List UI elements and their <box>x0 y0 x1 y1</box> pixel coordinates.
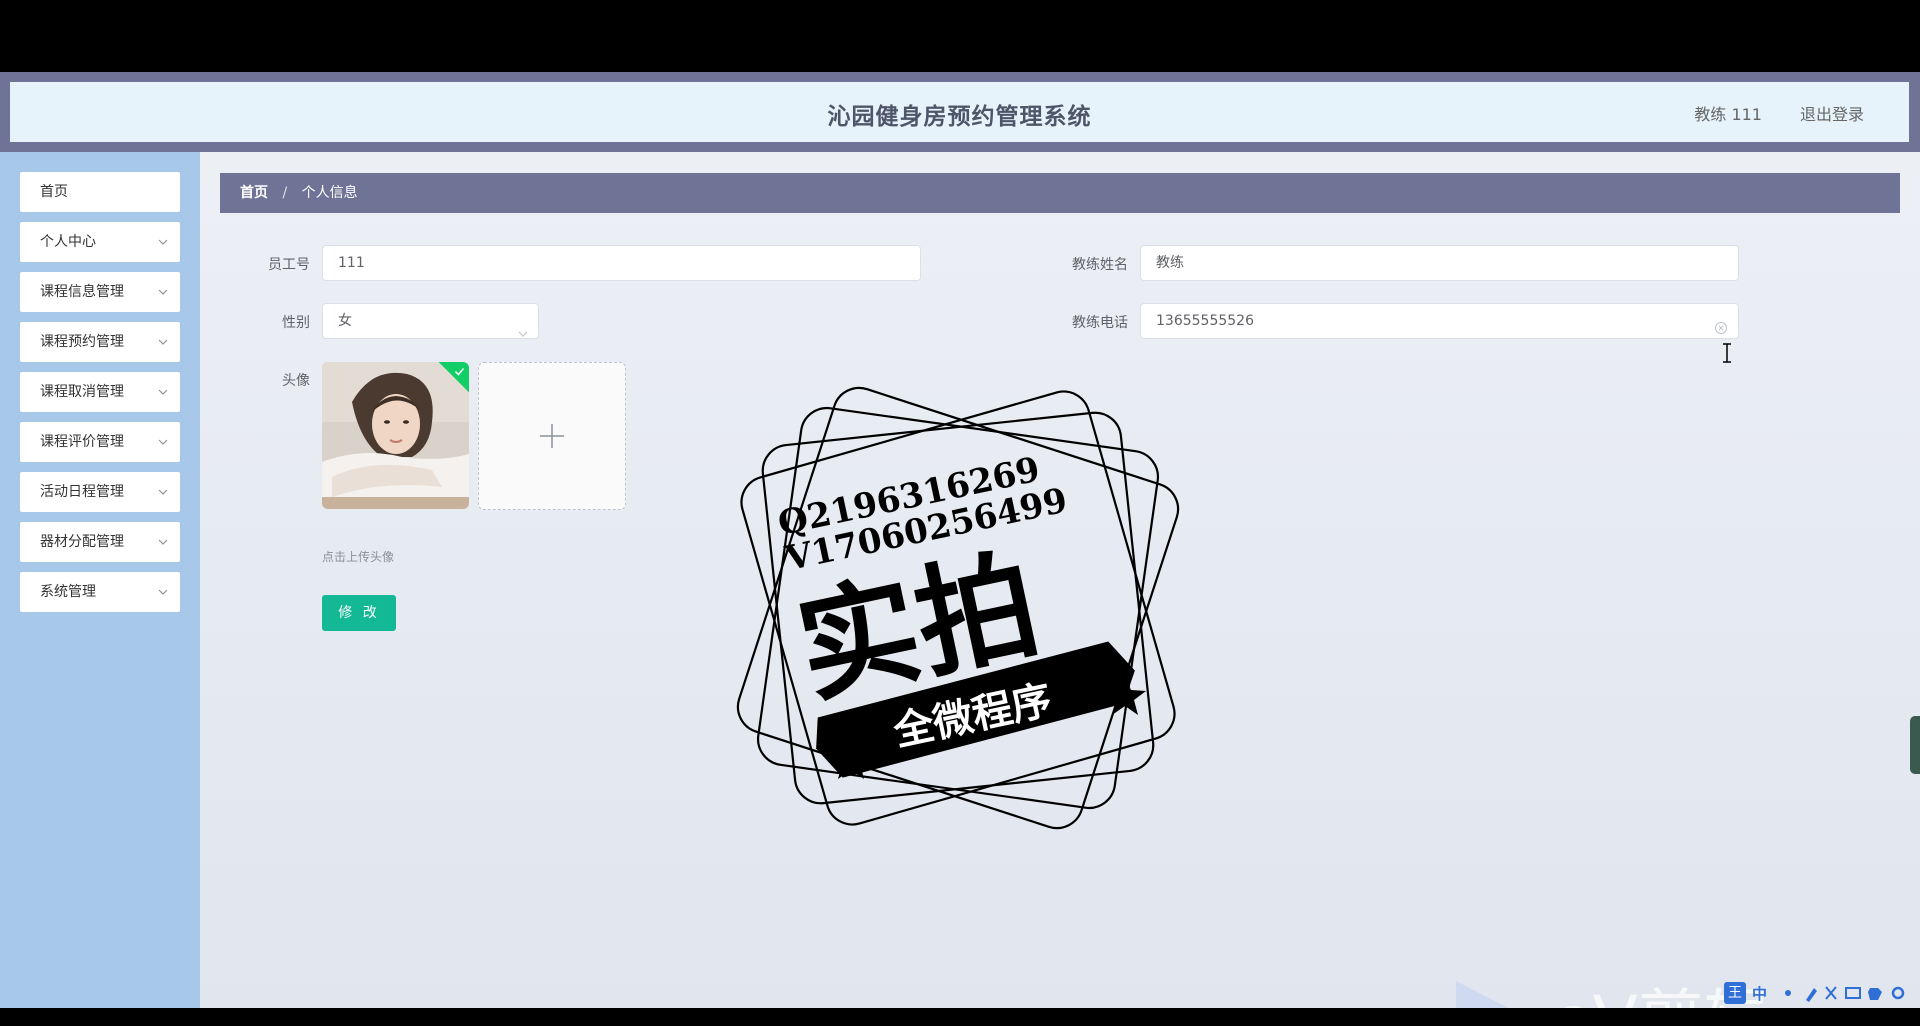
chevron-down-icon <box>158 322 168 362</box>
chevron-down-icon <box>158 272 168 312</box>
breadcrumb-current: 个人信息 <box>301 185 358 201</box>
sidebar-item-label: 器材分配管理 <box>40 534 124 550</box>
check-icon <box>454 368 465 376</box>
play-logo-icon <box>1456 981 1509 1008</box>
sidebar-item-course-info[interactable]: 课程信息管理 <box>20 272 180 312</box>
top-header: 沁园健身房预约管理系统 教练 111 退出登录 <box>10 82 1909 142</box>
gender-label: 性别 <box>282 315 310 331</box>
employee-id-field[interactable]: 111 <box>322 245 921 281</box>
ime-tool-icons[interactable] <box>1782 982 1912 1004</box>
app-title: 沁园健身房预约管理系统 <box>827 104 1092 130</box>
avatar-label: 头像 <box>282 373 310 389</box>
coach-phone-value: 13655555526 <box>1156 313 1254 329</box>
gender-select[interactable]: 女 <box>322 303 539 339</box>
coach-name-label: 教练姓名 <box>1072 257 1128 273</box>
sidebar-item-label: 课程预约管理 <box>40 334 124 350</box>
screen: 沁园健身房预约管理系统 教练 111 退出登录 首页 个人中心 课程信息管理 课… <box>0 0 1920 1026</box>
sidebar-item-course-booking[interactable]: 课程预约管理 <box>20 322 180 362</box>
plus-icon <box>540 424 564 448</box>
sidebar-item-label: 活动日程管理 <box>40 484 124 500</box>
coach-name-field[interactable]: 教练 <box>1140 245 1739 281</box>
ime-toolbar: 王 中 <box>1722 980 1918 1006</box>
upload-hint: 点击上传头像 <box>322 550 395 564</box>
sidebar-item-label: 个人中心 <box>40 234 96 250</box>
sidebar-item-system[interactable]: 系统管理 <box>20 572 180 612</box>
sidebar-item-label: 课程取消管理 <box>40 384 124 400</box>
breadcrumb-home[interactable]: 首页 <box>240 185 268 201</box>
ime-badge[interactable]: 王 <box>1724 982 1746 1004</box>
watermark-stamp: Q2196316269 V17060256499 实拍 全微程序 <box>736 386 1180 830</box>
avatar-image[interactable] <box>322 362 469 509</box>
breadcrumb-separator: / <box>282 185 288 201</box>
chevron-down-icon <box>518 317 528 351</box>
avatar-upload-button[interactable] <box>478 362 626 510</box>
coach-phone-field[interactable]: 13655555526 <box>1140 303 1739 339</box>
breadcrumb: 首页 / 个人信息 <box>220 173 1900 213</box>
sidebar-item-label: 课程评价管理 <box>40 434 124 450</box>
chevron-down-icon <box>158 372 168 412</box>
chevron-down-icon <box>158 472 168 512</box>
sidebar-item-course-cancel[interactable]: 课程取消管理 <box>20 372 180 412</box>
submit-button[interactable]: 修 改 <box>322 595 396 631</box>
text-cursor-icon <box>1723 343 1731 363</box>
side-panel-handle[interactable] <box>1910 716 1920 774</box>
sidebar-item-label: 课程信息管理 <box>40 284 124 300</box>
chevron-down-icon <box>158 572 168 612</box>
coach-phone-label: 教练电话 <box>1072 315 1128 331</box>
sidebar-item-home[interactable]: 首页 <box>20 172 180 212</box>
top-header-bar: 沁园健身房预约管理系统 教练 111 退出登录 <box>0 72 1920 152</box>
chevron-down-icon <box>158 422 168 462</box>
chevron-down-icon <box>158 522 168 562</box>
employee-id-label: 员工号 <box>268 257 310 273</box>
current-user-label: 教练 111 <box>1694 105 1762 124</box>
sidebar-item-course-review[interactable]: 课程评价管理 <box>20 422 180 462</box>
ime-mode-label[interactable]: 中 <box>1752 983 1767 1004</box>
sidebar: 首页 个人中心 课程信息管理 课程预约管理 课程取消管理 课程评价管理 活动日程… <box>0 152 200 1008</box>
logout-link[interactable]: 退出登录 <box>1800 101 1864 125</box>
gender-select-value: 女 <box>338 313 352 329</box>
sidebar-item-label: 系统管理 <box>40 584 96 600</box>
sidebar-item-equipment[interactable]: 器材分配管理 <box>20 522 180 562</box>
sidebar-item-personal-center[interactable]: 个人中心 <box>20 222 180 262</box>
avatar-photo-icon <box>322 362 469 509</box>
sidebar-item-activity-schedule[interactable]: 活动日程管理 <box>20 472 180 512</box>
chevron-down-icon <box>158 222 168 262</box>
sidebar-item-label: 首页 <box>40 184 68 200</box>
app-window: 沁园健身房预约管理系统 教练 111 退出登录 首页 个人中心 课程信息管理 课… <box>0 72 1920 1008</box>
